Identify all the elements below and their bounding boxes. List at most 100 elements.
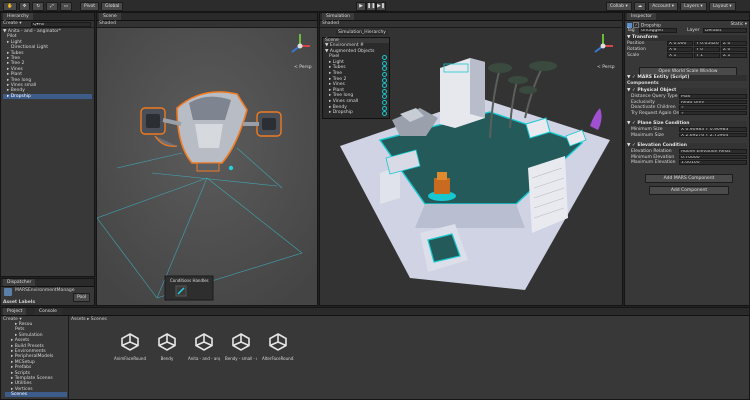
account-dropdown[interactable]: Account ▾ [648, 2, 679, 11]
rotation-z[interactable]: Z 0 [721, 47, 747, 52]
create-dropdown[interactable]: Create ▾ [3, 21, 22, 26]
project-breadcrumb[interactable]: Assets ▸ Scenes [71, 317, 107, 322]
physical-object-label: Try Request Again On... [631, 110, 684, 116]
plane-size-value[interactable]: X 2.69276 Y 2.75904 [679, 132, 747, 138]
scale-tool-icon[interactable]: ⤢ [46, 2, 58, 11]
tab-hierarchy[interactable]: Hierarchy [3, 13, 33, 20]
scene-persp-label[interactable]: < Persp [294, 64, 312, 70]
sim-tree: ▼ Environment # ▼ Augmented Objects Pixel ▸… [323, 43, 389, 117]
plane-size-value[interactable]: X 0.90983 Y 0.90983 [679, 127, 747, 132]
layer-dropdown[interactable]: Default [703, 28, 747, 33]
tab-scene[interactable]: Scene [99, 13, 121, 20]
object-header: ✓ Dropship Static ▾ [627, 22, 747, 29]
scale-z[interactable]: Z 1 [721, 53, 747, 58]
pivot-toggle[interactable]: Pivot [80, 2, 100, 11]
collab-button[interactable]: Collab ▾ [606, 2, 632, 11]
sim-hierarchy-title: Simulation_Hierarchy [336, 30, 388, 35]
elevation-label: Maximum Elevation [631, 160, 676, 166]
inspector-panel: Inspector ✓ Dropship Static ▾ Tag Untagg… [624, 12, 750, 306]
shading-dropdown[interactable]: Shaded [99, 21, 116, 26]
position-label: Position [627, 41, 645, 46]
sim-persp-label[interactable]: < Persp [597, 64, 615, 70]
play-button[interactable]: ▶ [356, 2, 366, 11]
scene-asset-label: Anita - and - ang... [188, 356, 220, 361]
position-y[interactable]: Y 0.054203 [694, 41, 720, 46]
physical-object-label: Distance Query Type [631, 94, 678, 99]
plane-size-header[interactable]: ▼ ✓ Plane Size Condition [627, 121, 747, 127]
tab-inspector[interactable]: Inspector [627, 13, 656, 20]
elevation-row: Maximum Elevation 1.00100 [627, 160, 747, 166]
unity-editor-window: ✋ ✥ ↻ ⤢ ▭ Pivot Global ▶ ❚❚ ▶❚ Collab ▾ ☁ Accou… [0, 0, 750, 400]
scale-x[interactable]: X 1 [667, 53, 693, 58]
scene-asset-label: AlterFaceRound3... [262, 356, 294, 361]
scene-asset[interactable]: AnimFaceRound2... [114, 332, 146, 361]
scene-asset[interactable]: Bendy [151, 332, 183, 361]
tag-dropdown[interactable]: Untagged [639, 28, 677, 33]
cloud-icon[interactable]: ☁ [633, 2, 647, 11]
dispatcher-line1: MARSEnvironmentManage [15, 288, 75, 293]
unity-scene-icon [158, 333, 176, 351]
physical-object-value[interactable]: Max [679, 94, 747, 99]
plane-size-label: Minimum Size [631, 127, 663, 132]
mars-entity-header[interactable]: ▼ ✓ MARS Entity (Script) [627, 75, 747, 81]
transform-header[interactable]: ▼ Transform [627, 35, 747, 41]
hand-tool-icon[interactable]: ✋ [3, 2, 17, 11]
scene-asset-label: Bendy - small - ro... [225, 356, 257, 361]
static-toggle[interactable]: Static ▾ [730, 22, 747, 28]
sim-shading-dropdown[interactable]: Shaded [322, 21, 339, 26]
scene-asset[interactable]: AlterFaceRound3... [262, 332, 294, 361]
layers-dropdown[interactable]: Layers ▾ [680, 2, 707, 11]
elevation-value[interactable]: 0.70000 [679, 154, 747, 160]
physical-object-label: Deactivate Children [631, 105, 676, 111]
main-toolbar: ✋ ✥ ↻ ⤢ ▭ Pivot Global ▶ ❚❚ ▶❚ Collab ▾ ☁ Accou… [0, 0, 750, 12]
rotate-tool-icon[interactable]: ↻ [32, 2, 45, 11]
elevation-value[interactable]: 1.00100 [679, 160, 747, 165]
transform-tools: ✋ ✥ ↻ ⤢ ▭ [3, 2, 74, 11]
tab-dispatcher[interactable]: Dispatcher [3, 279, 36, 286]
scene-asset-label: Bendy [160, 356, 174, 361]
conditions-handles-overlay[interactable]: Conditions Handles [164, 275, 214, 301]
scene-asset[interactable]: Anita - and - ang... [188, 332, 220, 361]
physical-object-value[interactable]: Read Only [679, 99, 747, 105]
project-divider [68, 316, 69, 399]
overlay-title: Conditions Handles [170, 278, 209, 283]
sim-tree-item[interactable]: ▸ Dropship [323, 110, 389, 117]
asset-labels-heading: Asset Labels [3, 300, 36, 305]
physical-object-value[interactable]: ✓ [679, 105, 747, 110]
rotation-x[interactable]: X 0 [667, 47, 693, 52]
position-x[interactable]: X 0.000 [667, 41, 693, 46]
hierarchy-search-input[interactable]: Q▾All [31, 22, 91, 27]
pause-button[interactable]: ❚❚ [366, 2, 376, 11]
scale-y[interactable]: Y 1 [694, 53, 720, 58]
add-component-button[interactable]: Add Component [649, 186, 729, 195]
physical-object-header[interactable]: ▼ ✓ Physical Object [627, 88, 747, 94]
unity-scene-icon [269, 333, 287, 351]
tab-simulation[interactable]: Simulation [322, 13, 354, 20]
rotation-label: Rotation [627, 47, 646, 52]
move-tool-icon[interactable]: ✥ [18, 2, 31, 11]
dispatcher-pool-button[interactable]: Pool [73, 293, 91, 302]
global-toggle[interactable]: Global [101, 2, 124, 11]
rect-tool-icon[interactable]: ▭ [59, 2, 73, 11]
visibility-eye-icon[interactable] [382, 111, 387, 117]
rotation-y[interactable]: Y 0 [694, 47, 720, 52]
elevation-label: Minimum Elevation [631, 154, 675, 160]
tab-console[interactable]: Console [35, 308, 61, 315]
hierarchy-item[interactable]: ▸ Dropship [3, 93, 92, 100]
scene-asset[interactable]: Bendy - small - ro... [225, 332, 257, 361]
position-z[interactable]: Z 0 [721, 41, 747, 46]
sim-hierarchy-overlay: Scene ▼ Environment # ▼ Augmented Objects… [322, 37, 390, 119]
scene-viewport[interactable]: < Persp Conditions Handles [97, 28, 317, 306]
plane-size-label: Maximum Size [631, 132, 664, 138]
physical-object-value[interactable]: ✓ [679, 110, 747, 116]
project-folder[interactable]: Scenes [5, 392, 67, 398]
step-button[interactable]: ▶❚ [376, 2, 386, 11]
hierarchy-tree: ▼ Anita - and - anginator* Pilot ▸ Light Di… [3, 29, 92, 100]
layout-dropdown[interactable]: Layout ▾ [708, 2, 736, 11]
add-mars-component-button[interactable]: Add MARS Component [645, 174, 733, 183]
dispatcher-panel: Dispatcher MARSEnvironmentManage Pool As… [0, 278, 95, 306]
elevation-header[interactable]: ▼ ✓ Elevation Condition [627, 143, 747, 149]
elevation-value[interactable]: Above Elevation Relat [679, 149, 747, 154]
tab-project[interactable]: Project [3, 308, 27, 315]
scale-label: Scale [627, 53, 640, 58]
